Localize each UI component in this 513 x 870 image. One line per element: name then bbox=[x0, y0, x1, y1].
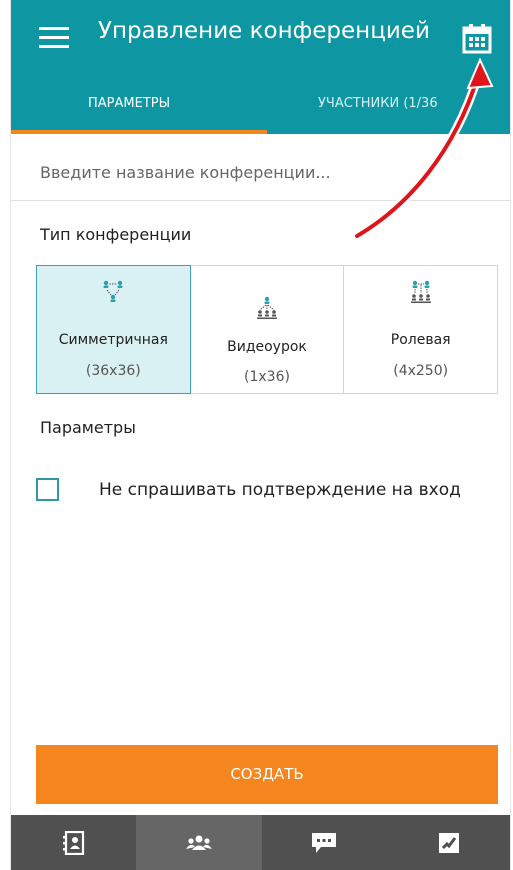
contacts-icon bbox=[62, 830, 84, 855]
video-lesson-icon bbox=[257, 296, 277, 319]
calendar-icon[interactable] bbox=[460, 22, 494, 56]
type-name: Ролевая bbox=[390, 332, 451, 348]
conference-name-input[interactable] bbox=[23, 148, 499, 196]
type-name: Симметричная bbox=[58, 332, 168, 348]
group-conference-icon bbox=[185, 835, 212, 850]
type-option-symmetric[interactable]: Симметричная (36x36) bbox=[36, 265, 191, 394]
parameters-label: Параметры bbox=[40, 418, 136, 437]
tab-participants[interactable]: УЧАСТНИКИ (1/36 bbox=[318, 96, 438, 111]
chat-icon bbox=[312, 832, 337, 853]
type-size: (4x250) bbox=[393, 363, 449, 379]
nav-call[interactable] bbox=[387, 815, 510, 870]
input-divider bbox=[11, 200, 510, 201]
nav-contacts[interactable] bbox=[11, 815, 136, 870]
bottom-navigation bbox=[11, 815, 510, 870]
type-size: (36x36) bbox=[85, 363, 141, 379]
type-option-role[interactable]: Ролевая (4x250) bbox=[343, 265, 499, 394]
call-icon bbox=[439, 832, 460, 853]
conference-type-selector: Симметричная (36x36) Видеоурок (1x36) Ро… bbox=[36, 265, 499, 394]
page-title: Управление конференцией bbox=[98, 18, 430, 44]
app-window: Управление конференцией ПАРАМЕТРЫ УЧАСТН… bbox=[10, 0, 511, 870]
conference-type-label: Тип конференции bbox=[40, 225, 192, 244]
nav-chat[interactable] bbox=[262, 815, 387, 870]
app-header: Управление конференцией ПАРАМЕТРЫ УЧАСТН… bbox=[11, 0, 510, 134]
nav-group-conference[interactable] bbox=[136, 815, 262, 870]
type-size: (1x36) bbox=[244, 369, 290, 385]
role-conference-icon bbox=[410, 280, 431, 303]
hamburger-menu-icon[interactable] bbox=[39, 27, 69, 49]
active-tab-indicator bbox=[11, 130, 267, 134]
skip-confirmation-checkbox[interactable] bbox=[36, 478, 59, 501]
type-name: Видеоурок bbox=[227, 339, 307, 355]
create-button[interactable]: СОЗДАТЬ bbox=[36, 745, 498, 804]
skip-confirmation-label[interactable]: Не спрашивать подтверждение на вход bbox=[99, 480, 461, 500]
symmetric-conference-icon bbox=[103, 280, 123, 302]
tab-parameters[interactable]: ПАРАМЕТРЫ bbox=[88, 96, 170, 111]
type-option-video-lesson[interactable]: Видеоурок (1x36) bbox=[189, 265, 345, 394]
